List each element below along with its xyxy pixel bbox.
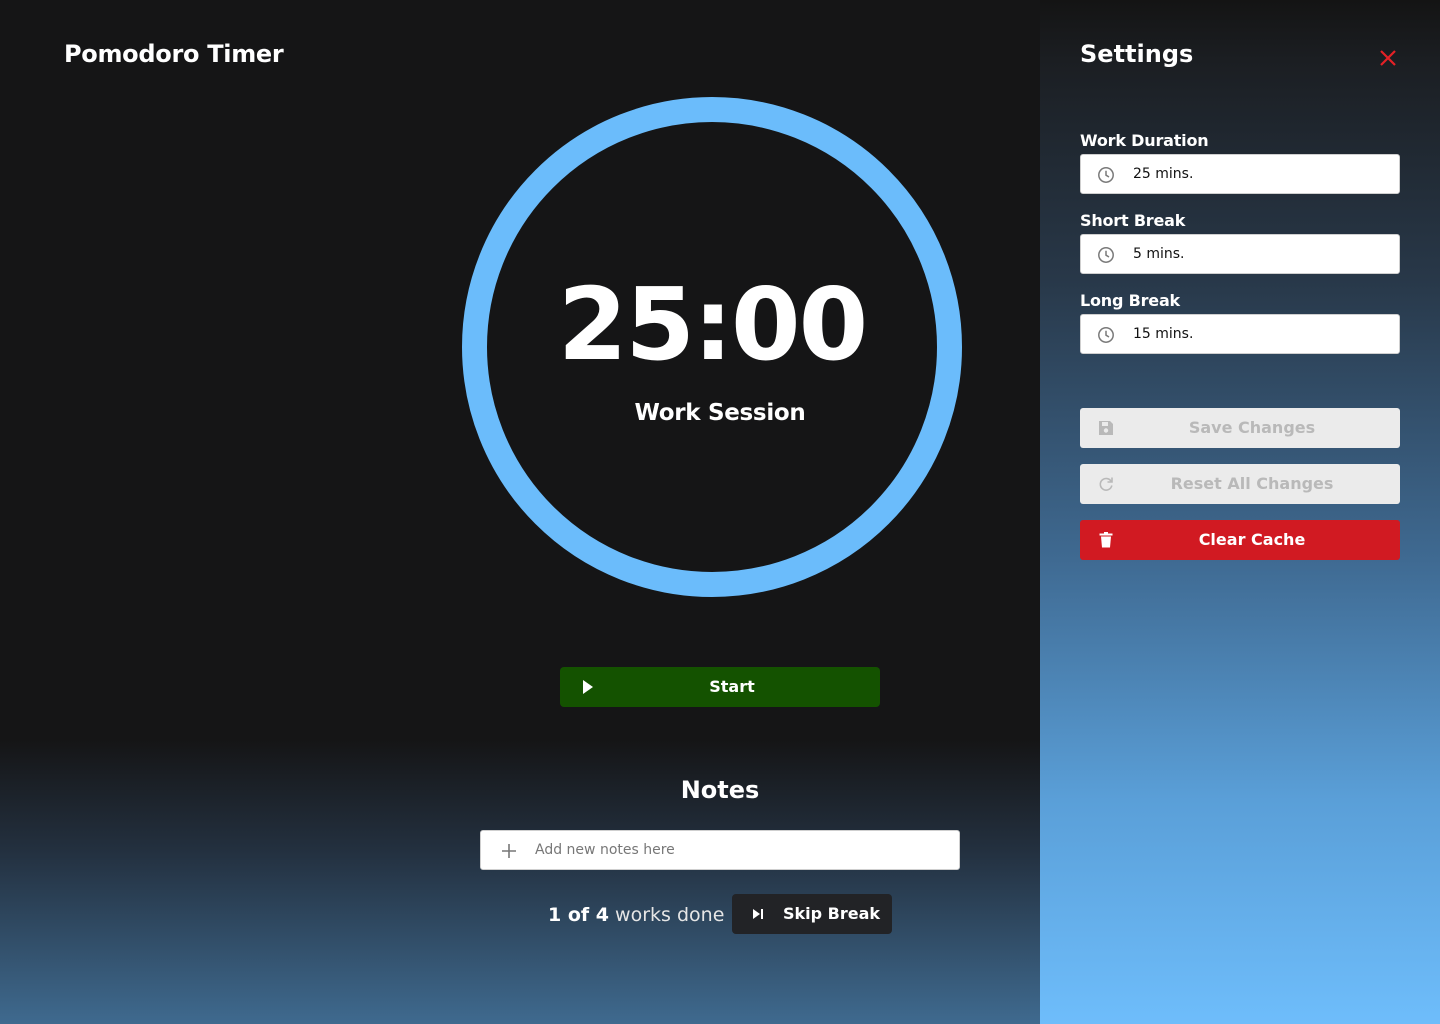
clock-icon: [1098, 167, 1114, 183]
work-duration-field[interactable]: 25 mins.: [1080, 154, 1400, 194]
long-break-field[interactable]: 15 mins.: [1080, 314, 1400, 354]
clock-icon: [1098, 247, 1114, 263]
clear-cache-button[interactable]: Clear Cache: [1080, 520, 1400, 560]
works-done-suffix: works done: [615, 904, 725, 926]
clock-icon: [1098, 327, 1114, 343]
save-changes-button[interactable]: Save Changes: [1080, 408, 1400, 448]
notes-input-container: [480, 830, 960, 870]
start-button-label: Start: [709, 677, 755, 696]
timer-display: 25:00: [557, 266, 868, 383]
short-break-label: Short Break: [1080, 211, 1186, 230]
notes-input[interactable]: [535, 831, 945, 869]
main-area: Pomodoro Timer 25:00 Work Session Start …: [0, 0, 1040, 1024]
notes-title: Notes: [680, 776, 760, 804]
works-done-count: 1 of 4: [548, 904, 609, 926]
app-title: Pomodoro Timer: [64, 40, 284, 68]
work-duration-value: 25 mins.: [1133, 166, 1194, 182]
save-changes-label: Save Changes: [1188, 418, 1316, 437]
close-icon[interactable]: [1378, 48, 1398, 68]
settings-title: Settings: [1080, 40, 1194, 68]
long-break-value: 15 mins.: [1133, 326, 1194, 342]
settings-panel: Settings Work Duration 25 mins. Short Br…: [1040, 0, 1440, 1024]
works-progress: 1 of 4 works done: [548, 900, 724, 930]
start-button[interactable]: Start: [560, 667, 880, 707]
short-break-value: 5 mins.: [1133, 246, 1185, 262]
reset-all-changes-label: Reset All Changes: [1170, 474, 1334, 493]
session-label: Work Session: [634, 400, 806, 426]
plus-icon[interactable]: [500, 842, 518, 860]
skip-forward-icon: [753, 909, 763, 919]
long-break-label: Long Break: [1080, 291, 1180, 310]
clear-cache-label: Clear Cache: [1198, 530, 1306, 549]
skip-break-label: Skip Break: [783, 904, 881, 923]
work-duration-label: Work Duration: [1080, 131, 1209, 150]
short-break-field[interactable]: 5 mins.: [1080, 234, 1400, 274]
skip-break-button[interactable]: Skip Break: [732, 894, 892, 934]
reset-all-changes-button[interactable]: Reset All Changes: [1080, 464, 1400, 504]
